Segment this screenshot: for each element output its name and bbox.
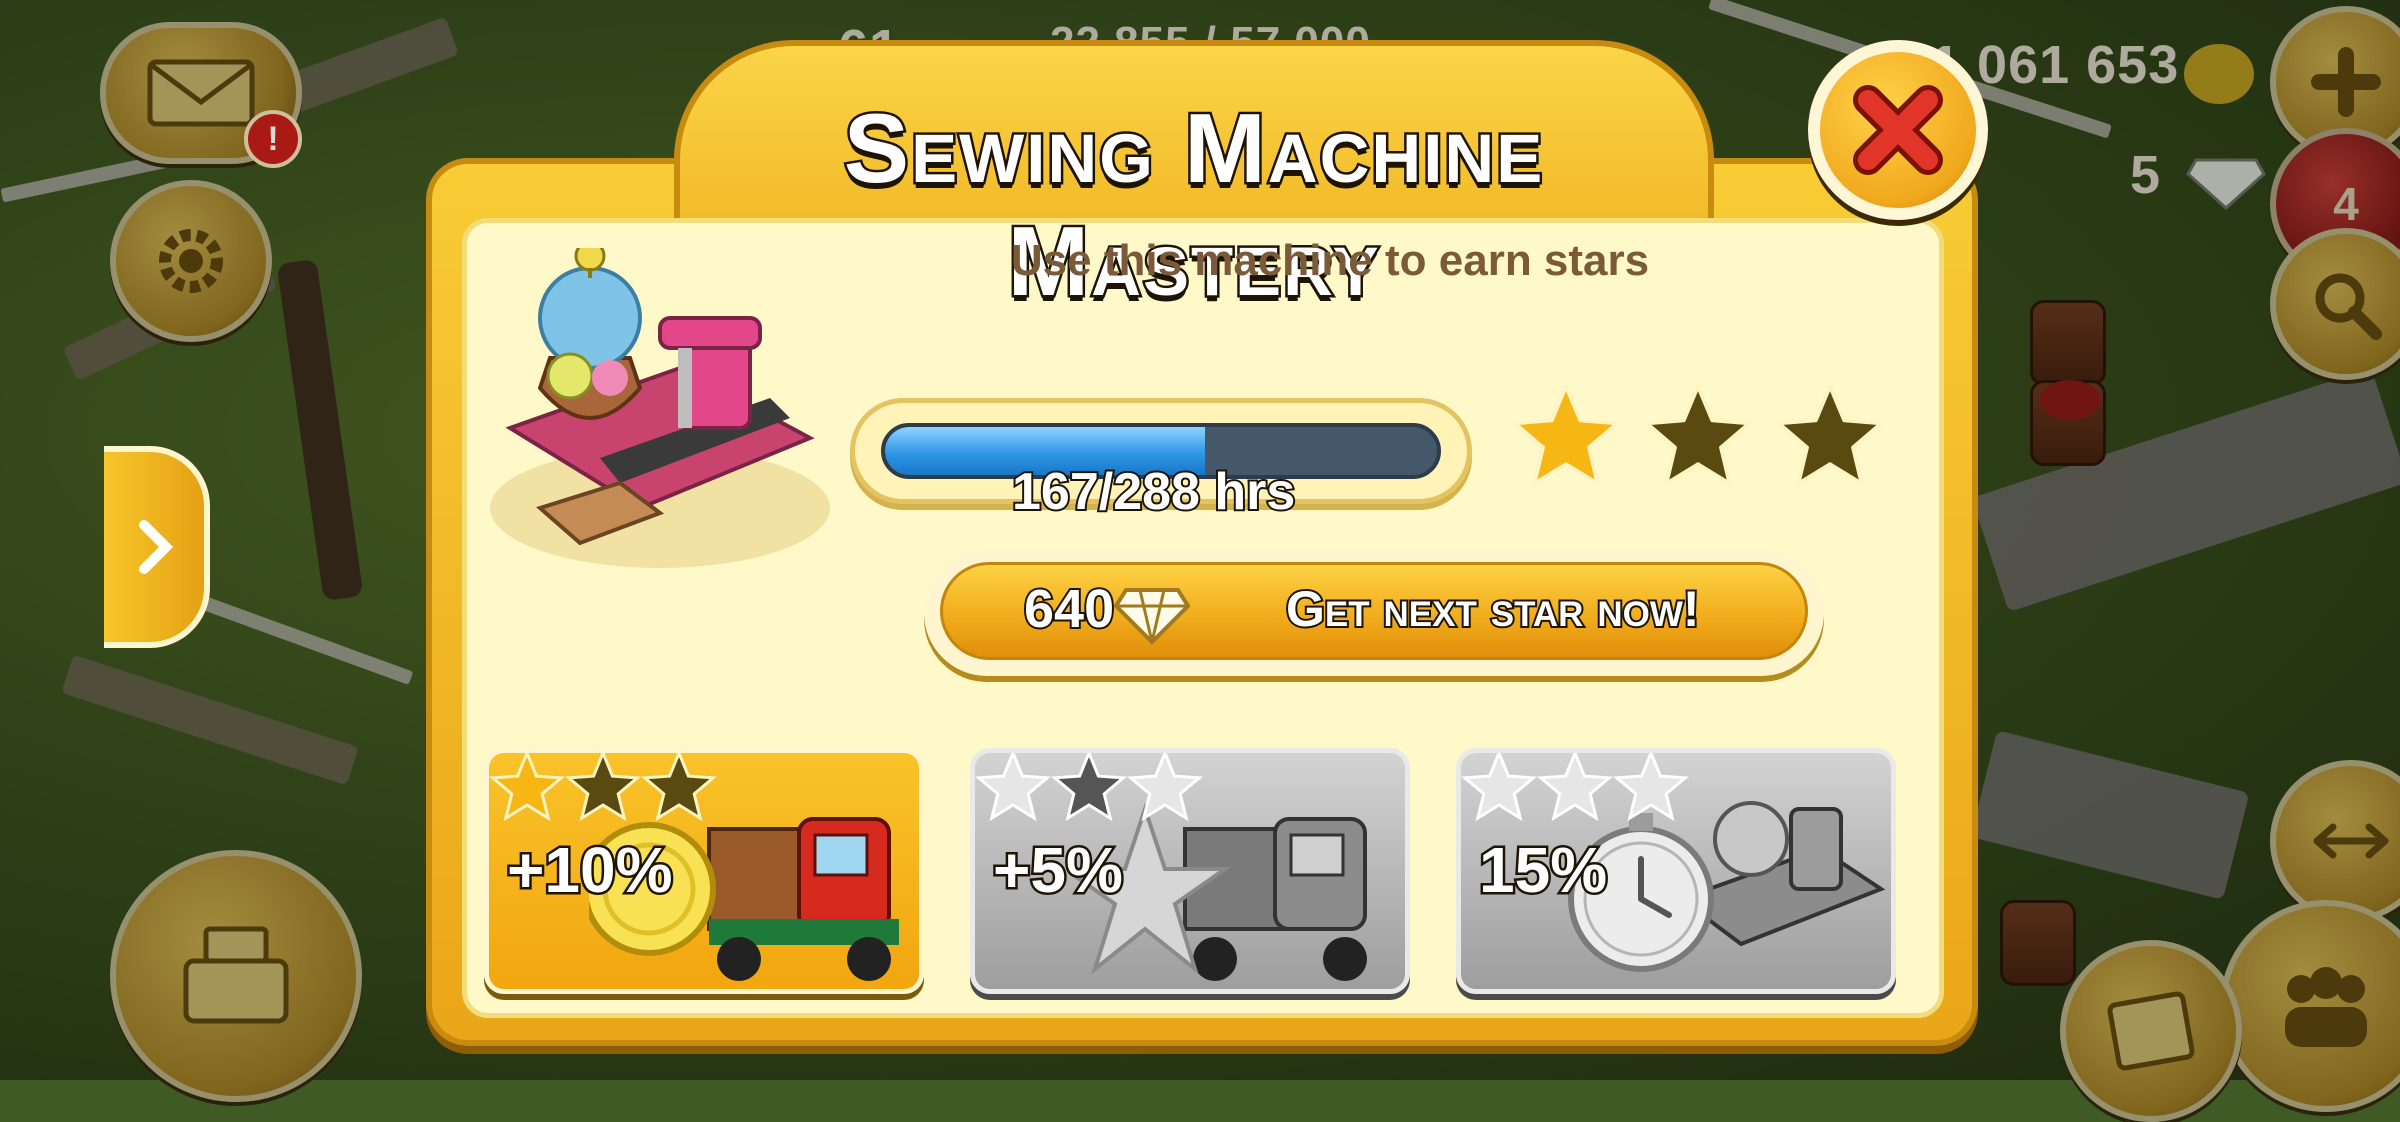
xp-label: 22 855 / 57 000: [1050, 18, 1371, 67]
star-filled-icon: [1512, 384, 1620, 486]
star-icon: [489, 753, 565, 822]
reward-stars-2: [975, 753, 1203, 822]
notifications-count: 4: [2333, 178, 2359, 230]
star-icon: [1051, 753, 1127, 822]
reward-card-2: +5%: [970, 748, 1410, 994]
reward-card-3: 15%: [1456, 748, 1896, 994]
star-icon: [975, 753, 1051, 822]
reward-stars-3: [1461, 753, 1689, 822]
star-icon: [641, 753, 717, 822]
level-label: 61: [838, 19, 901, 79]
people-icon: [2285, 967, 2367, 1047]
progress-label: 167/288 hrs: [1010, 461, 1297, 523]
reward-value-1: +10%: [504, 832, 674, 909]
map-icon: [2107, 991, 2195, 1071]
diamond-count: 5: [2130, 145, 2162, 205]
star-empty-icon: [1776, 384, 1884, 486]
newspaper-button[interactable]: [2060, 940, 2242, 1122]
buy-label: Get next star now!: [1284, 579, 1701, 639]
chevron-right-icon: [139, 520, 174, 574]
expand-arrows-icon: [2313, 823, 2389, 859]
diamond-icon: [2186, 150, 2266, 211]
close-icon: [1853, 85, 1943, 175]
plus-icon: [2311, 47, 2381, 117]
star-icon: [1613, 753, 1689, 822]
envelope-icon: [147, 59, 255, 127]
coin-icon: [2184, 44, 2254, 104]
diamond-icon: [1114, 588, 1190, 645]
mail-alert-badge: !: [244, 110, 302, 168]
reward-value-3: 15%: [1476, 832, 1609, 909]
reward-value-2: +5%: [991, 832, 1126, 909]
dialog-subtitle: Use this machine to earn stars: [1010, 236, 1650, 285]
magnifier-icon: [2315, 273, 2382, 340]
star-icon: [1537, 753, 1613, 822]
gear-icon: [159, 229, 223, 293]
close-button[interactable]: [1808, 40, 1988, 220]
reward-card-1: +10%: [484, 748, 924, 994]
settings-button[interactable]: [110, 180, 272, 342]
star-empty-icon: [1644, 384, 1752, 486]
shop-register-button[interactable]: [110, 850, 362, 1102]
star-icon: [565, 753, 641, 822]
mastery-stars: [1512, 384, 1884, 486]
star-icon: [1127, 753, 1203, 822]
buy-cost: 640: [1022, 577, 1116, 641]
side-panel-toggle[interactable]: [104, 446, 210, 648]
star-icon: [1461, 753, 1537, 822]
cash-register-icon: [183, 926, 289, 1024]
reward-stars-1: [489, 753, 717, 822]
sewing-machine-illustration: [490, 248, 830, 568]
